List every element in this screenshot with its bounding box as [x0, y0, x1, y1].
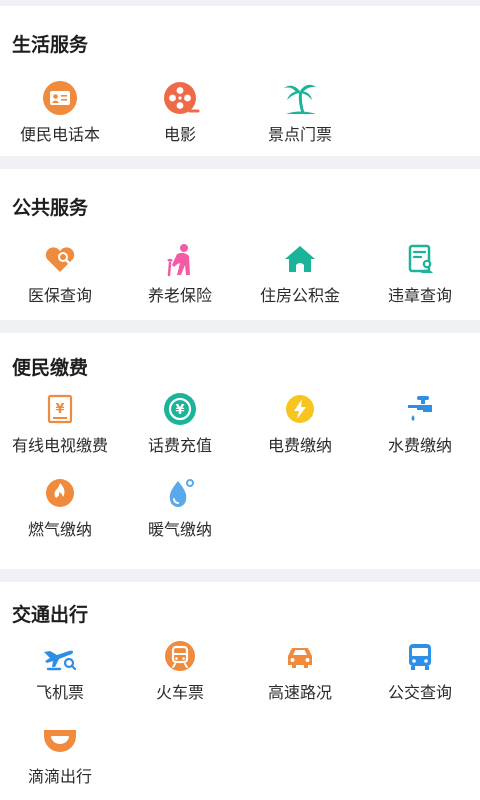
phonebook-icon — [40, 78, 80, 118]
svg-text:¥: ¥ — [55, 402, 64, 417]
service-label: 便民电话本 — [19, 125, 100, 144]
svg-text:¥: ¥ — [175, 403, 184, 418]
service-housing-fund[interactable]: 住房公积金 — [240, 239, 360, 307]
service-label: 电影 — [163, 125, 196, 144]
service-label: 景点门票 — [267, 125, 332, 144]
service-label: 滴滴出行 — [27, 767, 92, 786]
didi-icon — [40, 720, 80, 760]
service-label: 违章查询 — [387, 286, 452, 305]
service-label: 住房公积金 — [259, 286, 340, 305]
section-transport: 交通出行 飞机票 火车票 高速路况 公交查询 滴滴出行 — [0, 582, 480, 800]
service-heating[interactable]: 暖气缴纳 — [120, 473, 240, 541]
service-label: 水费缴纳 — [387, 436, 452, 455]
palm-tree-icon — [280, 78, 320, 118]
yen-recharge-icon: ¥ — [160, 389, 200, 429]
service-label: 燃气缴纳 — [27, 520, 92, 539]
section-title: 交通出行 — [12, 604, 89, 626]
train-icon — [160, 636, 200, 676]
service-violation-query[interactable]: 违章查询 — [360, 239, 480, 307]
service-water[interactable]: 水费缴纳 — [360, 389, 480, 457]
service-label: 火车票 — [155, 683, 204, 702]
bus-icon — [400, 636, 440, 676]
service-label: 医保查询 — [27, 286, 92, 305]
service-bus-query[interactable]: 公交查询 — [360, 636, 480, 704]
service-electricity[interactable]: 电费缴纳 — [240, 389, 360, 457]
heating-drop-icon — [160, 473, 200, 513]
car-icon — [280, 636, 320, 676]
service-pension[interactable]: 养老保险 — [120, 239, 240, 307]
service-didi[interactable]: 滴滴出行 — [0, 720, 120, 788]
service-label: 电费缴纳 — [267, 436, 332, 455]
service-label: 有线电视缴费 — [11, 436, 108, 455]
service-label: 话费充值 — [147, 436, 212, 455]
house-icon — [280, 239, 320, 279]
water-tap-icon — [400, 389, 440, 429]
section-title: 公共服务 — [12, 197, 89, 219]
section-title: 生活服务 — [12, 34, 89, 56]
document-user-icon — [400, 239, 440, 279]
film-reel-icon — [160, 78, 200, 118]
service-label: 暖气缴纳 — [147, 520, 212, 539]
elderly-person-icon — [160, 239, 200, 279]
service-movie[interactable]: 电影 — [120, 78, 240, 146]
section-title: 便民缴费 — [12, 357, 89, 379]
service-label: 公交查询 — [387, 683, 452, 702]
service-gas[interactable]: 燃气缴纳 — [0, 473, 120, 541]
gas-flame-icon — [40, 473, 80, 513]
service-highway-traffic[interactable]: 高速路况 — [240, 636, 360, 704]
service-medical-insurance[interactable]: 医保查询 — [0, 239, 120, 307]
airplane-search-icon — [40, 636, 80, 676]
service-attraction-tickets[interactable]: 景点门票 — [240, 78, 360, 146]
service-cable-tv[interactable]: ¥ 有线电视缴费 — [0, 389, 120, 457]
service-label: 养老保险 — [147, 286, 212, 305]
service-train-tickets[interactable]: 火车票 — [120, 636, 240, 704]
lightning-icon — [280, 389, 320, 429]
service-label: 高速路况 — [267, 683, 332, 702]
section-public-services: 公共服务 医保查询 养老保险 住房公积金 违章查询 — [0, 169, 480, 320]
service-label: 飞机票 — [35, 683, 84, 702]
service-phonebook[interactable]: 便民电话本 — [0, 78, 120, 146]
service-flight-tickets[interactable]: 飞机票 — [0, 636, 120, 704]
yen-receipt-icon: ¥ — [40, 389, 80, 429]
heart-search-icon — [40, 239, 80, 279]
services-page: 生活服务 便民电话本 电影 景点门票 公共服务 医保查询 养老保险 住房公积金 … — [0, 0, 480, 800]
section-life-services: 生活服务 便民电话本 电影 景点门票 — [0, 6, 480, 156]
service-phone-recharge[interactable]: ¥ 话费充值 — [120, 389, 240, 457]
section-bill-payment: 便民缴费 ¥ 有线电视缴费 ¥ 话费充值 电费缴纳 水费缴纳 燃气缴纳 暖气缴纳 — [0, 333, 480, 569]
